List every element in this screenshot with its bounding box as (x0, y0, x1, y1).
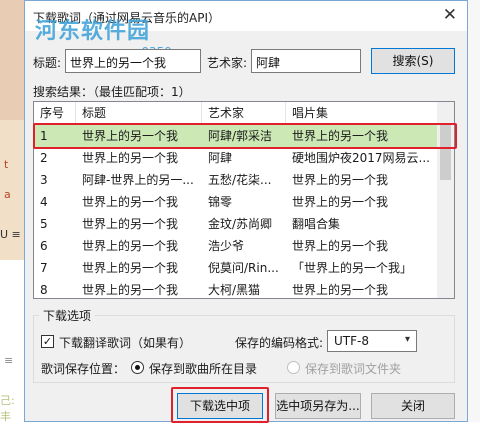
table-row[interactable]: 8 世界上的另一个我 大柯/黑猫 世界上的另一个我 (34, 279, 438, 298)
cell-index: 5 (40, 217, 48, 231)
column-header-index[interactable]: 序号 (34, 102, 76, 124)
list-header: 序号 标题 艺术家 唱片集 (34, 102, 438, 125)
save-to-song-dir-radio[interactable] (131, 361, 144, 374)
cell-index: 7 (40, 261, 48, 275)
cell-title: 世界上的另一个我 (82, 217, 179, 231)
close-button[interactable]: 关闭 (371, 393, 455, 419)
cell-index: 3 (40, 173, 48, 187)
table-row[interactable]: 5 世界上的另一个我 金玟/苏尚卿 翻唱合集 (34, 213, 438, 235)
cell-album: 翻唱合集 (292, 217, 341, 231)
column-header-title[interactable]: 标题 (76, 102, 202, 124)
search-button[interactable]: 搜索(S) (371, 48, 455, 74)
save-to-song-dir-label: 保存到歌曲所在目录 (149, 362, 258, 376)
translate-checkbox[interactable]: ✓ (41, 335, 54, 348)
save-location-label: 歌词保存位置： (41, 362, 126, 376)
cell-album: 世界上的另一个我 (292, 195, 389, 209)
cell-title: 阿肆-世界上的另一... (82, 173, 194, 187)
background-app-right-edge (467, 0, 480, 422)
table-row[interactable]: 2 世界上的另一个我 阿肆 硬地围炉夜2017网易云... (34, 147, 438, 169)
cell-title: 世界上的另一个我 (82, 195, 179, 209)
title-label: 标题: (33, 56, 62, 70)
chevron-down-icon: ▾ (404, 334, 410, 345)
background-text: t (4, 158, 9, 171)
cell-title: 世界上的另一个我 (82, 151, 179, 165)
cell-index: 6 (40, 239, 48, 253)
cell-artist: 倪莫问/Rin... (208, 261, 279, 275)
table-row[interactable]: 6 世界上的另一个我 浩少爷 世界上的另一个我 (34, 235, 438, 257)
close-icon[interactable]: ✕ (443, 5, 457, 25)
save-selected-as-button[interactable]: 选中项另存为... (275, 393, 361, 419)
cell-artist: 锦零 (208, 195, 233, 209)
cell-artist: 金玟/苏尚卿 (208, 217, 273, 231)
cell-index: 2 (40, 151, 48, 165)
table-row[interactable]: 4 世界上的另一个我 锦零 世界上的另一个我 (34, 191, 438, 213)
background-text: a (4, 188, 11, 201)
cell-album: 世界上的另一个我 (292, 239, 389, 253)
download-options-title: 下载选项 (39, 307, 96, 324)
translate-label: 下载翻译歌词（如果有） (59, 336, 192, 350)
encoding-value: UTF-8 (334, 334, 369, 348)
background-text: ≡ (4, 354, 14, 367)
artist-input[interactable]: 阿肆 (251, 49, 361, 73)
cell-artist: 阿肆 (208, 151, 233, 165)
cell-album: 硬地围炉夜2017网易云... (292, 151, 430, 165)
column-header-artist[interactable]: 艺术家 (202, 102, 286, 124)
download-lyrics-dialog: 下载歌词（通过网易云音乐的API） ✕ 河东软件园 www.pc0359.cn … (24, 0, 468, 423)
cell-artist: 大柯/黑猫 (208, 283, 261, 297)
background-app-panel: t a U ≡ ≡ 己: 丰 (0, 0, 24, 423)
table-row[interactable]: 7 世界上的另一个我 倪莫问/Rin... 「世界上的另一个我」 (34, 257, 438, 279)
cell-title: 世界上的另一个我 (82, 239, 179, 253)
cell-album: 世界上的另一个我 (292, 283, 389, 297)
cell-artist: 五愁/花柒... (208, 173, 272, 187)
cell-title: 世界上的另一个我 (82, 283, 179, 297)
artist-label: 艺术家: (207, 56, 248, 70)
background-image-top (0, 0, 24, 120)
encoding-select[interactable]: UTF-8 ▾ (327, 330, 417, 352)
cell-artist: 浩少爷 (208, 239, 245, 253)
cell-title: 世界上的另一个我 (82, 261, 179, 275)
watermark-logo: 河东软件园 (35, 19, 151, 44)
title-input[interactable]: 世界上的另一个我 (65, 49, 201, 73)
save-to-lyrics-dir-label: 保存到歌词文件夹 (305, 362, 402, 376)
background-text: U ≡ (0, 228, 21, 241)
results-label: 搜索结果：（最佳匹配项：1） (33, 85, 191, 99)
highlight-selected-row (33, 123, 457, 149)
cell-album: 「世界上的另一个我」 (292, 261, 413, 275)
background-text: 己: 丰 (0, 394, 15, 423)
highlight-download-button (171, 387, 269, 423)
cell-index: 8 (40, 283, 48, 297)
table-row[interactable]: 3 阿肆-世界上的另一... 五愁/花柒... 世界上的另一个我 (34, 169, 438, 191)
save-to-lyrics-dir-radio[interactable] (287, 361, 300, 374)
encoding-label: 保存的编码格式: (235, 336, 324, 350)
column-header-album[interactable]: 唱片集 (286, 102, 438, 124)
cell-index: 4 (40, 195, 48, 209)
cell-album: 世界上的另一个我 (292, 173, 389, 187)
